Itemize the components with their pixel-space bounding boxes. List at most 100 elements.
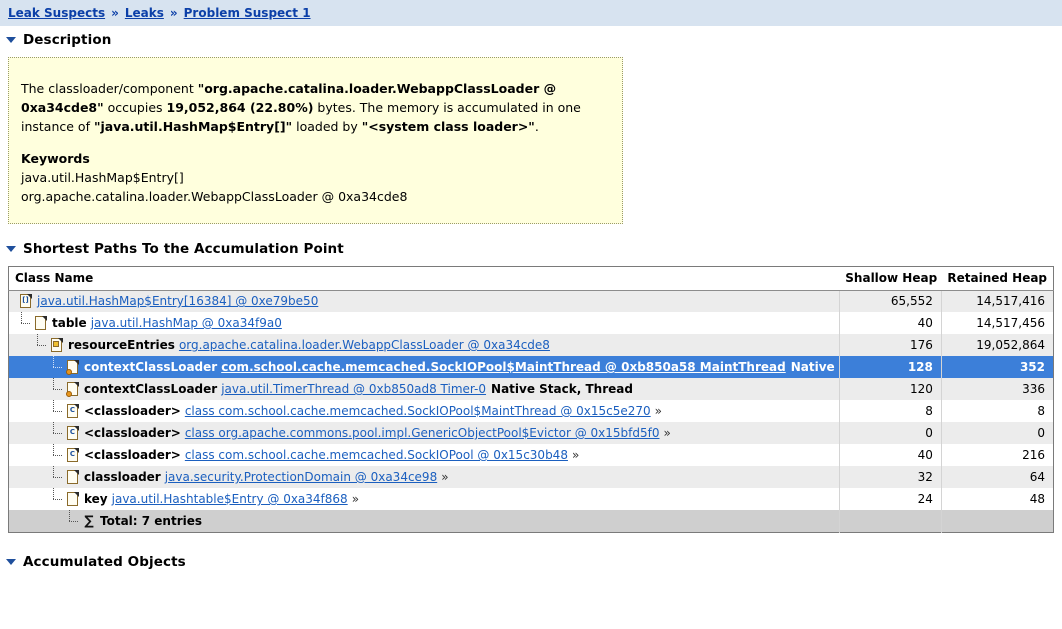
object-link[interactable]: java.util.HashMap$Entry[16384] @ 0xe79be… xyxy=(37,294,318,308)
cell-retained-heap: 64 xyxy=(940,466,1054,488)
class-icon: C xyxy=(66,447,80,463)
table-row[interactable]: table java.util.HashMap @ 0xa34f9a0 40 14,5… xyxy=(8,312,1054,334)
section-title-description: Description xyxy=(23,32,112,48)
cell-retained-heap: 19,052,864 xyxy=(940,334,1054,356)
cell-class-name[interactable]: resourceEntries org.apache.catalina.loade… xyxy=(8,334,840,356)
section-title-shortest-paths: Shortest Paths To the Accumulation Point xyxy=(23,240,344,257)
cell-shallow-heap: 65,552 xyxy=(838,290,942,312)
cell-class-name[interactable]: C <classloader> class org.apache.commons.p… xyxy=(8,422,840,444)
cell-shallow-heap: 176 xyxy=(838,334,942,356)
collapse-triangle-icon[interactable] xyxy=(6,559,16,565)
field-label: classloader xyxy=(84,470,161,484)
cell-class-name[interactable]: key java.util.Hashtable$Entry @ 0xa34f868… xyxy=(8,488,840,510)
table-total-row: ∑ Total: 7 entries xyxy=(8,510,1054,533)
column-header-class-name[interactable]: Class Name xyxy=(8,266,840,291)
cell-retained-heap: 14,517,416 xyxy=(940,290,1054,312)
tree-connector-icon xyxy=(51,422,64,444)
cell-class-name[interactable]: contextClassLoader com.school.cache.memca… xyxy=(8,356,840,378)
field-label: contextClassLoader xyxy=(84,382,218,396)
section-header-shortest-paths[interactable]: Shortest Paths To the Accumulation Point xyxy=(0,238,1062,260)
field-label: <classloader> xyxy=(84,426,181,440)
cell-shallow-heap: 0 xyxy=(838,422,942,444)
table-row[interactable]: contextClassLoader java.util.TimerThread … xyxy=(8,378,1054,400)
keyword-item: org.apache.catalina.loader.WebappClassLo… xyxy=(21,188,408,204)
breadcrumb-separator: » xyxy=(169,6,178,20)
cell-total-shallow xyxy=(838,510,942,533)
expand-chevron-icon[interactable]: » xyxy=(663,426,670,440)
cell-retained-heap: 216 xyxy=(940,444,1054,466)
object-link[interactable]: java.security.ProtectionDomain @ 0xa34ce… xyxy=(165,470,437,484)
keyword-item: java.util.HashMap$Entry[] xyxy=(21,170,184,185)
section-header-accumulated-objects[interactable]: Accumulated Objects xyxy=(0,551,1062,573)
object-link[interactable]: class org.apache.commons.pool.impl.Gener… xyxy=(185,426,660,440)
field-label: key xyxy=(84,492,108,506)
cell-retained-heap: 336 xyxy=(940,378,1054,400)
collapse-triangle-icon[interactable] xyxy=(6,245,16,252)
table-row[interactable]: resourceEntries org.apache.catalina.loade… xyxy=(8,334,1054,356)
field-label: <classloader> xyxy=(84,448,181,462)
object-link[interactable]: class com.school.cache.memcached.SockIOP… xyxy=(185,404,651,418)
cell-class-name[interactable]: table java.util.HashMap @ 0xa34f9a0 xyxy=(8,312,840,334)
cell-class-name[interactable]: C <classloader> class com.school.cache.mem… xyxy=(8,400,840,422)
cell-shallow-heap: 40 xyxy=(838,312,942,334)
class-icon: C xyxy=(66,403,80,419)
cell-class-name[interactable]: classloader java.security.ProtectionDomai… xyxy=(8,466,840,488)
object-link[interactable]: java.util.TimerThread @ 0xb850ad8 Timer-… xyxy=(221,382,486,396)
cell-total-label: ∑ Total: 7 entries xyxy=(8,510,840,533)
table-row[interactable]: C <classloader> class org.apache.commons.p… xyxy=(8,422,1054,444)
column-header-retained-heap[interactable]: Retained Heap xyxy=(941,266,1054,291)
expand-chevron-icon[interactable]: » xyxy=(572,448,579,462)
table-row[interactable]: C <classloader> class com.school.cache.mem… xyxy=(8,400,1054,422)
cell-class-name[interactable]: [] java.util.HashMap$Entry[16384] @ 0xe79… xyxy=(8,290,840,312)
collapse-triangle-icon[interactable] xyxy=(6,37,16,43)
object-link[interactable]: java.util.HashMap @ 0xa34f9a0 xyxy=(91,316,282,330)
section-header-description[interactable]: Description xyxy=(0,29,1062,51)
tree-connector-icon xyxy=(51,444,64,466)
section-title-accumulated-objects: Accumulated Objects xyxy=(23,554,186,570)
cell-retained-heap: 352 xyxy=(940,356,1054,378)
object-link[interactable]: java.util.Hashtable$Entry @ 0xa34f868 xyxy=(112,492,348,506)
cell-shallow-heap: 120 xyxy=(838,378,942,400)
desc-text-5: . xyxy=(534,118,539,134)
table-row[interactable]: classloader java.security.ProtectionDomai… xyxy=(8,466,1054,488)
cell-shallow-heap: 24 xyxy=(838,488,942,510)
cell-shallow-heap: 40 xyxy=(838,444,942,466)
field-label: table xyxy=(52,316,87,330)
table-row[interactable]: contextClassLoader com.school.cache.memca… xyxy=(8,356,1054,378)
classloader-object-icon xyxy=(50,337,64,353)
cell-shallow-heap: 128 xyxy=(838,356,942,378)
object-icon xyxy=(66,491,80,507)
table-row[interactable]: [] java.util.HashMap$Entry[16384] @ 0xe79… xyxy=(8,290,1054,312)
class-icon: C xyxy=(66,425,80,441)
tree-connector-icon xyxy=(67,510,80,532)
table-row[interactable]: key java.util.Hashtable$Entry @ 0xa34f868… xyxy=(8,488,1054,510)
breadcrumb-item-leaks[interactable]: Leaks xyxy=(125,6,164,20)
cell-shallow-heap: 8 xyxy=(838,400,942,422)
object-link[interactable]: org.apache.catalina.loader.WebappClassLo… xyxy=(179,338,550,352)
tree-connector-icon xyxy=(51,378,64,400)
cell-retained-heap: 0 xyxy=(940,422,1054,444)
tree-connector-icon xyxy=(51,356,64,378)
expand-chevron-icon[interactable]: » xyxy=(352,492,359,506)
object-link[interactable]: class com.school.cache.memcached.SockIOP… xyxy=(185,448,568,462)
keywords-title: Keywords xyxy=(21,151,90,167)
breadcrumb-item-problem-suspect-1[interactable]: Problem Suspect 1 xyxy=(184,6,311,20)
desc-instance-class: "java.util.HashMap$Entry[]" xyxy=(93,118,293,134)
cell-total-retained xyxy=(940,510,1054,533)
field-label: <classloader> xyxy=(84,404,181,418)
total-label: Total: 7 entries xyxy=(100,514,203,528)
object-link[interactable]: com.school.cache.memcached.SockIOPool$Ma… xyxy=(221,360,786,374)
tree-connector-icon xyxy=(51,400,64,422)
table-row[interactable]: C <classloader> class com.school.cache.mem… xyxy=(8,444,1054,466)
sum-icon: ∑ xyxy=(84,513,94,529)
desc-loader: "<system class loader>" xyxy=(361,118,535,134)
column-header-shallow-heap[interactable]: Shallow Heap xyxy=(839,266,942,291)
cell-retained-heap: 48 xyxy=(940,488,1054,510)
cell-class-name[interactable]: C <classloader> class com.school.cache.mem… xyxy=(8,444,840,466)
description-paragraph: The classloader/component "org.apache.ca… xyxy=(21,80,608,136)
cell-class-name[interactable]: contextClassLoader java.util.TimerThread … xyxy=(8,378,840,400)
shortest-paths-table: Class Name Shallow Heap Retained Heap []… xyxy=(8,265,1054,533)
breadcrumb-item-leak-suspects[interactable]: Leak Suspects xyxy=(8,6,105,20)
expand-chevron-icon[interactable]: » xyxy=(441,470,448,484)
expand-chevron-icon[interactable]: » xyxy=(655,404,662,418)
